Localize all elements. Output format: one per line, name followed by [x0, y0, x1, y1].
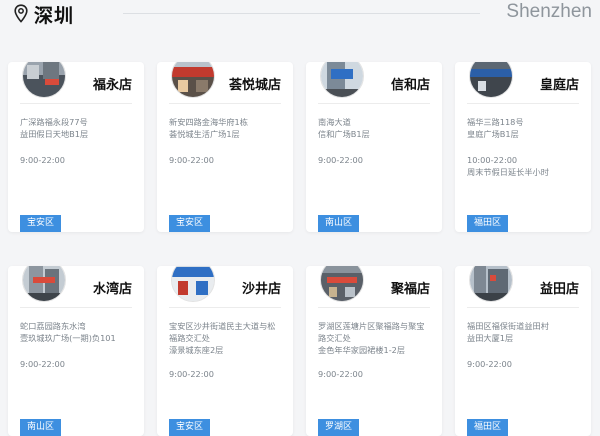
card-divider — [20, 307, 132, 308]
store-photo — [171, 62, 215, 98]
card-divider — [467, 103, 579, 104]
store-card-fuyong[interactable]: 福永店 广深路福永段77号 益田假日天地B1层 9:00-22:00 宝安区 — [8, 62, 144, 232]
store-hours: 9:00-22:00 — [318, 369, 363, 379]
card-divider — [318, 307, 430, 308]
store-card-huangting[interactable]: 皇庭店 福华三路118号 皇庭广场B1层 10:00-22:00 周末节假日延长… — [455, 62, 591, 232]
store-address: 新安四路金海华府1栋 荟悦城生活广场1层 — [169, 117, 248, 139]
store-name: 福永店 — [92, 78, 132, 93]
store-photo — [22, 266, 66, 302]
store-address: 福华三路118号 皇庭广场B1层 — [467, 117, 524, 139]
card-divider — [318, 103, 430, 104]
card-divider — [169, 307, 281, 308]
district-badge[interactable]: 福田区 — [467, 419, 509, 436]
district-badge[interactable]: 南山区 — [20, 419, 62, 436]
district-badge[interactable]: 南山区 — [318, 215, 360, 232]
store-photo — [22, 62, 66, 98]
store-name: 荟悦城店 — [228, 78, 281, 93]
store-address: 罗湖区莲塘片区聚福路与聚宝 路交汇处 金色年华家园裙楼1-2层 — [318, 321, 425, 355]
store-card-xinhe[interactable]: 信和店 南海大道 信和广场B1层 9:00-22:00 南山区 — [306, 62, 442, 232]
store-hours: 9:00-22:00 — [467, 359, 512, 369]
district-badge[interactable]: 福田区 — [467, 215, 509, 232]
store-hours: 9:00-22:00 — [20, 359, 65, 369]
store-card-shuiwan[interactable]: 水湾店 蛇口荔园路东水湾 壹玖城玖广场(一期)负101 9:00-22:00 南… — [8, 266, 144, 436]
header-divider — [123, 13, 480, 14]
district-badge[interactable]: 宝安区 — [20, 215, 62, 232]
store-photo — [469, 62, 513, 98]
store-hours: 9:00-22:00 — [169, 155, 214, 165]
store-photo — [320, 62, 364, 98]
card-divider — [169, 103, 281, 104]
store-address: 南海大道 信和广场B1层 — [318, 117, 370, 139]
city-header: 深圳 Shenzhen — [0, 0, 600, 30]
store-card-huiyuecheng[interactable]: 荟悦城店 新安四路金海华府1栋 荟悦城生活广场1层 9:00-22:00 宝安区 — [157, 62, 293, 232]
card-divider — [20, 103, 132, 104]
store-hours: 9:00-22:00 — [20, 155, 65, 165]
store-name: 益田店 — [539, 282, 579, 297]
city-name: 深圳 — [34, 5, 75, 27]
district-badge[interactable]: 宝安区 — [169, 215, 211, 232]
store-address: 福田区福保街道益田村 益田大厦1层 — [467, 321, 549, 343]
card-divider — [467, 307, 579, 308]
store-hours: 9:00-22:00 — [318, 155, 363, 165]
district-badge[interactable]: 罗湖区 — [318, 419, 360, 436]
store-card-yitian[interactable]: 益田店 福田区福保街道益田村 益田大厦1层 9:00-22:00 福田区 — [455, 266, 591, 436]
store-card-jufu[interactable]: 聚福店 罗湖区莲塘片区聚福路与聚宝 路交汇处 金色年华家园裙楼1-2层 9:00… — [306, 266, 442, 436]
location-pin-icon — [14, 4, 28, 23]
city-name-english: Shenzhen — [506, 1, 592, 22]
store-address: 宝安区沙井街道民主大道与松 福路交汇处 濠景城东座2层 — [169, 321, 276, 355]
store-address: 广深路福永段77号 益田假日天地B1层 — [20, 117, 89, 139]
store-address: 蛇口荔园路东水湾 壹玖城玖广场(一期)负101 — [20, 321, 116, 343]
store-photo — [469, 266, 513, 302]
store-photo — [320, 266, 364, 302]
store-card-shajing[interactable]: 沙井店 宝安区沙井街道民主大道与松 福路交汇处 濠景城东座2层 9:00-22:… — [157, 266, 293, 436]
store-hours: 10:00-22:00 周末节假日延长半小时 — [467, 155, 549, 177]
district-badge[interactable]: 宝安区 — [169, 419, 211, 436]
store-photo — [171, 266, 215, 302]
store-name: 信和店 — [390, 78, 430, 93]
store-name: 水湾店 — [92, 282, 132, 297]
store-name: 皇庭店 — [539, 78, 579, 93]
store-hours: 9:00-22:00 — [169, 369, 214, 379]
store-name: 沙井店 — [241, 282, 281, 297]
store-name: 聚福店 — [390, 282, 430, 297]
